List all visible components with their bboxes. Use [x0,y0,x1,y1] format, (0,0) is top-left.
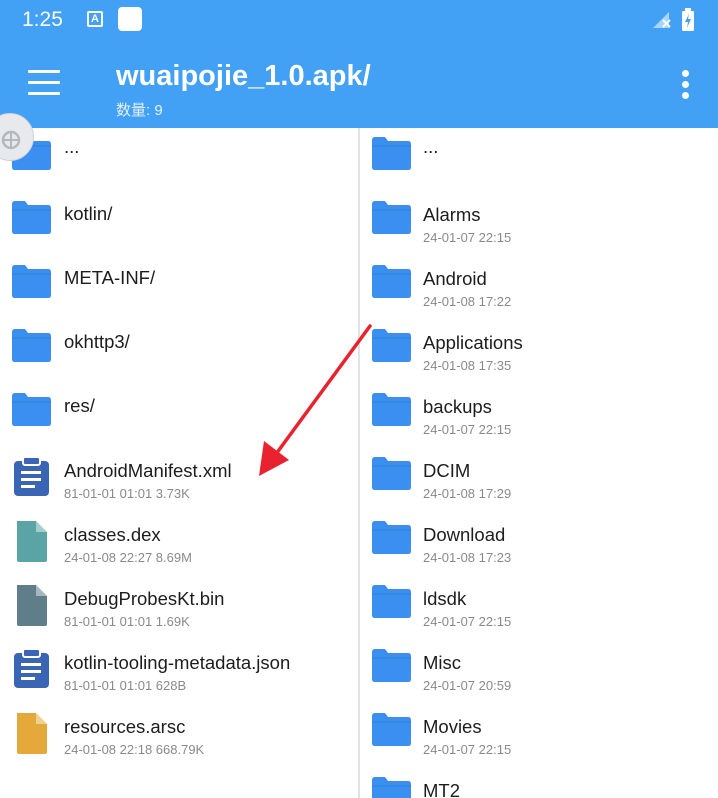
list-item-download[interactable]: Download 24-01-08 17:23 [360,506,718,570]
list-item-androidmanifest[interactable]: AndroidManifest.xml 81-01-01 01:01 3.73K [0,442,358,506]
xml-clipboard-icon [10,442,54,506]
list-item-name: DebugProbesKt.bin [64,588,225,609]
list-item-debugprobeskt-bin[interactable]: DebugProbesKt.bin 81-01-01 01:01 1.69K [0,570,358,634]
list-item-name: backups [423,396,492,417]
folder-icon [370,378,414,442]
list-item-name: kotlin-tooling-metadata.json [64,652,291,673]
list-item-meta: 24-01-08 22:18 668.79K [64,742,205,757]
list-item-meta: 81-01-01 01:01 3.73K [64,486,190,501]
list-item-meta: 24-01-07 22:15 [423,614,512,629]
list-item-okhttp3[interactable]: okhttp3/ [0,314,358,378]
list-item-movies[interactable]: Movies 24-01-07 22:15 [360,698,718,762]
list-item-meta: 24-01-08 17:29 [423,486,512,501]
folder-icon [370,186,414,250]
list-item-name: AndroidManifest.xml [64,460,232,481]
list-item-mt2[interactable]: MT2 [360,762,718,798]
dex-file-icon [10,506,54,570]
folder-icon [370,442,414,506]
list-item-meta: 24-01-08 17:22 [423,294,512,309]
list-item-meta: 24-01-07 22:15 [423,422,512,437]
list-item-misc[interactable]: Misc 24-01-07 20:59 [360,634,718,698]
list-item-name: Misc [423,652,462,673]
right-file-pane: ... Alarms 24-01-07 22:15 Android 24-01-… [360,128,718,798]
json-clipboard-icon [10,634,54,698]
list-item-name: okhttp3/ [64,331,130,352]
list-item-res[interactable]: res/ [0,378,358,442]
list-item-name: classes.dex [64,524,161,545]
status-time: 1:25 [22,8,63,31]
path-title: wuaipojie_1.0.apk/ [116,60,371,92]
arsc-file-icon [10,698,54,762]
list-item-meta: 24-01-07 22:15 [423,742,512,757]
list-item-classes-dex[interactable]: classes.dex 24-01-08 22:27 8.69M [0,506,358,570]
list-item-meta: 24-01-08 22:27 8.69M [64,550,192,565]
list-item-name: MT2 [423,780,460,798]
list-item-meta: 24-01-08 17:23 [423,550,512,565]
folder-icon [370,698,414,762]
list-item-kotlin[interactable]: kotlin/ [0,186,358,250]
folder-icon [370,762,414,798]
folder-icon [370,250,414,314]
list-item-name: kotlin/ [64,203,113,224]
list-item-name: ... [64,136,80,157]
notification-a-icon: A [87,11,103,27]
folder-icon [370,634,414,698]
folder-icon [10,314,54,378]
list-item-name: resources.arsc [64,716,186,737]
notification-square-icon [118,7,142,31]
list-item-name: Download [423,524,506,545]
list-item-name: META-INF/ [64,267,156,288]
folder-icon [370,570,414,634]
list-item-resources-arsc[interactable]: resources.arsc 24-01-08 22:18 668.79K [0,698,358,762]
list-item-meta: 24-01-08 17:35 [423,358,512,373]
list-item-name: Android [423,268,487,289]
list-item-name: DCIM [423,460,471,481]
list-item-name: Applications [423,332,523,353]
status-bar: 1:25 A [0,0,718,40]
list-item-kotlin-tooling-metadata[interactable]: kotlin-tooling-metadata.json 81-01-01 01… [0,634,358,698]
list-item-name: ldsdk [423,588,467,609]
app-bar: wuaipojie_1.0.apk/ 数量: 9 [0,40,718,128]
more-options-icon[interactable] [672,68,700,100]
folder-icon [10,186,54,250]
list-item-meta-inf[interactable]: META-INF/ [0,250,358,314]
floating-bug-button[interactable] [0,113,34,161]
list-item-name: res/ [64,395,95,416]
list-item-name: ... [423,136,439,157]
bin-file-icon [10,570,54,634]
item-count: 数量: 9 [116,102,163,119]
list-item-applications[interactable]: Applications 24-01-08 17:35 [360,314,718,378]
list-item-parent[interactable]: ... [0,128,358,186]
list-item-ldsdk[interactable]: ldsdk 24-01-07 22:15 [360,570,718,634]
folder-icon [10,250,54,314]
list-item-backups[interactable]: backups 24-01-07 22:15 [360,378,718,442]
list-item-meta: 24-01-07 20:59 [423,678,512,693]
list-item-name: Movies [423,716,482,737]
folder-icon [370,314,414,378]
folder-icon [10,378,54,442]
list-item-android[interactable]: Android 24-01-08 17:22 [360,250,718,314]
folder-icon [370,506,414,570]
list-item-meta: 81-01-01 01:01 1.69K [64,614,190,629]
list-item-meta: 24-01-07 22:15 [423,230,512,245]
list-item-name: Alarms [423,204,481,225]
list-item-alarms[interactable]: Alarms 24-01-07 22:15 [360,186,718,250]
list-item-meta: 81-01-01 01:01 628B [64,678,187,693]
hamburger-menu-icon[interactable] [28,70,62,96]
list-item-parent[interactable]: ... [360,128,718,186]
signal-icon [653,12,671,28]
list-item-dcim[interactable]: DCIM 24-01-08 17:29 [360,442,718,506]
bug-icon [1,130,21,150]
folder-icon [370,128,414,186]
battery-icon [682,8,694,31]
left-file-pane: ... kotlin/ META-INF/ okhttp3/ res/ Andr… [0,128,358,798]
